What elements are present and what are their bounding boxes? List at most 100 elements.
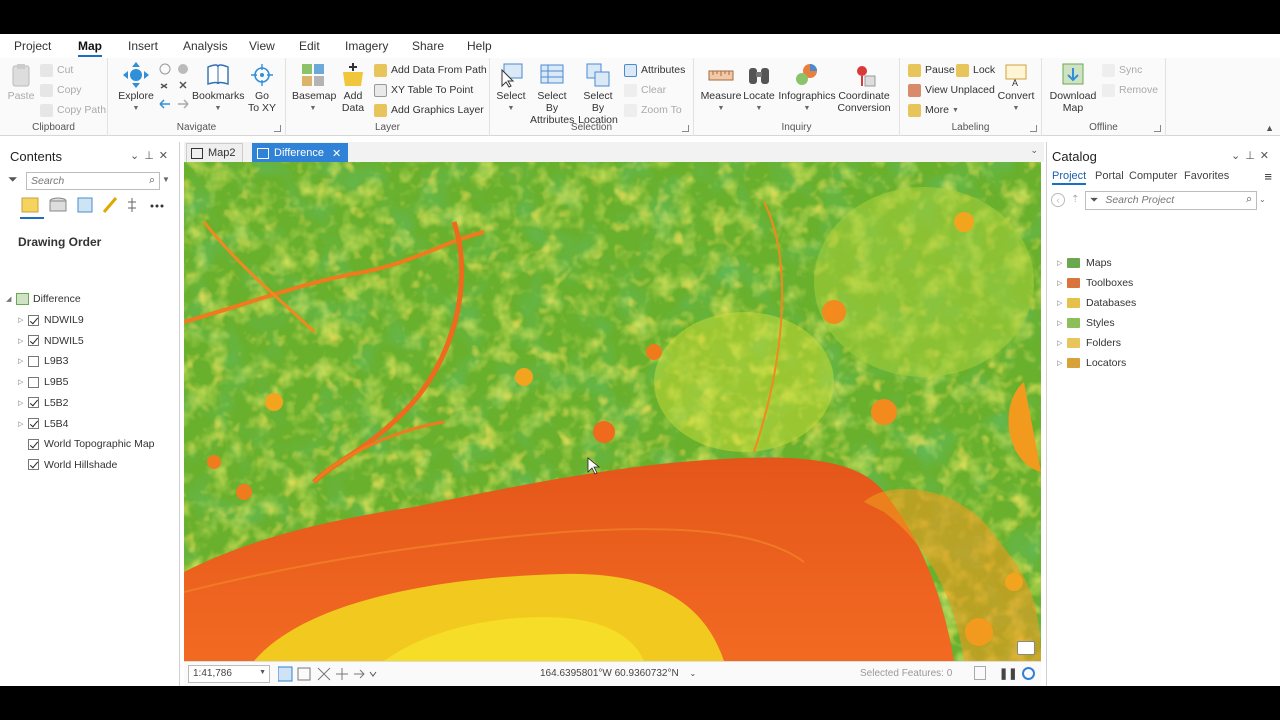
up-folder-icon[interactable]: ⇡ xyxy=(1071,194,1079,205)
go-to-xy-button[interactable]: Go To XY xyxy=(246,62,278,114)
chat-bubble-icon[interactable] xyxy=(1017,641,1035,655)
search-icon[interactable]: ⌕ xyxy=(149,174,155,187)
clear-selection-button[interactable]: Clear xyxy=(624,81,666,99)
paste-button[interactable]: Paste xyxy=(6,62,36,102)
layer-visibility-checkbox[interactable] xyxy=(28,314,39,326)
catalog-tab-project[interactable]: Project xyxy=(1052,170,1087,185)
select-button[interactable]: Select ▼ xyxy=(496,62,526,115)
chevron-down-icon[interactable]: ⌄ xyxy=(1030,145,1038,156)
layer-visibility-checkbox[interactable] xyxy=(28,418,39,429)
layer-item[interactable]: ▷ NDWIL9 xyxy=(18,311,84,329)
layer-item[interactable]: World Topographic Map xyxy=(18,435,155,453)
bookmarks-button[interactable]: Bookmarks ▼ xyxy=(192,62,245,115)
tab-imagery[interactable]: Imagery xyxy=(345,39,388,53)
close-icon[interactable]: ✕ xyxy=(1260,150,1274,162)
expand-triangle-icon[interactable]: ▷ xyxy=(18,399,28,407)
catalog-item[interactable]: ▷ Databases xyxy=(1057,294,1136,312)
layer-visibility-checkbox[interactable] xyxy=(28,438,39,450)
tab-insert[interactable]: Insert xyxy=(128,39,158,53)
attributes-button[interactable]: Attributes xyxy=(624,61,685,79)
catalog-item[interactable]: ▷ Folders xyxy=(1057,334,1121,352)
catalog-tab-favorites[interactable]: Favorites xyxy=(1184,170,1229,182)
pause-drawing-icon[interactable]: ❚❚ xyxy=(999,667,1017,680)
layer-visibility-checkbox[interactable] xyxy=(28,376,39,388)
layer-item[interactable]: ▷ L5B4 xyxy=(18,415,69,433)
filter-icon[interactable]: ⏷ xyxy=(1090,194,1098,206)
add-graphics-layer-button[interactable]: Add Graphics Layer xyxy=(374,101,484,119)
expand-triangle-icon[interactable]: ▷ xyxy=(1057,299,1067,307)
chevron-down-icon[interactable]: ⌄ xyxy=(1259,195,1266,204)
filter-icon[interactable]: ⏷ xyxy=(8,172,18,187)
map-view[interactable] xyxy=(184,162,1041,661)
expand-triangle-icon[interactable]: ▷ xyxy=(1057,319,1067,327)
download-map-button[interactable]: Download Map xyxy=(1048,62,1098,114)
layer-visibility-checkbox[interactable] xyxy=(28,397,39,409)
expand-triangle-icon[interactable]: ▷ xyxy=(18,316,28,324)
back-arrow-icon[interactable]: ‹ xyxy=(1051,193,1065,207)
layer-visibility-checkbox[interactable] xyxy=(28,459,39,471)
more-labeling-button[interactable]: More ▼ xyxy=(908,101,959,119)
tab-view[interactable]: View xyxy=(249,39,275,53)
coordinate-conversion-button[interactable]: Coordinate Conversion xyxy=(836,62,892,114)
chevron-down-icon[interactable]: ⌄ xyxy=(689,669,696,678)
difference-raster-map[interactable] xyxy=(184,162,1041,661)
copy-path-button[interactable]: Copy Path xyxy=(40,101,106,119)
expand-triangle-icon[interactable]: ▷ xyxy=(1057,259,1067,267)
pin-icon[interactable]: ⊥ xyxy=(1245,150,1260,162)
copy-button[interactable]: Copy xyxy=(40,81,82,99)
catalog-tab-computer[interactable]: Computer xyxy=(1129,170,1177,182)
catalog-tab-portal[interactable]: Portal xyxy=(1095,170,1124,182)
refresh-icon[interactable] xyxy=(974,666,986,680)
expand-triangle-icon[interactable]: ▷ xyxy=(1057,359,1067,367)
catalog-item[interactable]: ▷ Toolboxes xyxy=(1057,274,1133,292)
tab-analysis[interactable]: Analysis xyxy=(183,39,228,53)
catalog-item[interactable]: ▷ Maps xyxy=(1057,254,1112,272)
catalog-item[interactable]: ▷ Locators xyxy=(1057,354,1126,372)
select-by-location-button[interactable]: Select By Location xyxy=(576,62,620,126)
expand-triangle-icon[interactable]: ▷ xyxy=(18,357,28,365)
cut-button[interactable]: Cut xyxy=(40,61,73,79)
expand-triangle-icon[interactable]: ▷ xyxy=(1057,339,1067,347)
tab-edit[interactable]: Edit xyxy=(299,39,320,53)
catalog-item[interactable]: ▷ Styles xyxy=(1057,314,1115,332)
add-data-from-path-button[interactable]: Add Data From Path xyxy=(374,61,487,79)
xy-table-to-point-button[interactable]: XY Table To Point xyxy=(374,81,473,99)
tab-difference[interactable]: Difference ✕ xyxy=(252,143,349,162)
add-data-button[interactable]: Add Data xyxy=(338,62,368,114)
layer-item[interactable]: ▷ L9B5 xyxy=(18,373,69,391)
close-icon[interactable]: ✕ xyxy=(159,150,173,162)
layer-visibility-checkbox[interactable] xyxy=(28,355,39,367)
expand-triangle-icon[interactable]: ▷ xyxy=(18,337,28,345)
search-icon[interactable]: ⌕ xyxy=(1246,193,1252,206)
layer-item[interactable]: ▷ NDWIL5 xyxy=(18,332,84,350)
convert-button[interactable]: A Convert ▼ xyxy=(996,62,1036,115)
pause-labeling-button[interactable]: Pause xyxy=(908,61,955,79)
basemap-button[interactable]: Basemap ▼ xyxy=(292,62,336,115)
lock-labeling-button[interactable]: Lock xyxy=(956,61,995,79)
chevron-down-icon[interactable]: ▼ xyxy=(162,175,170,184)
infographics-button[interactable]: Infographics ▼ xyxy=(778,62,836,115)
dialog-launcher-icon[interactable] xyxy=(274,125,281,132)
view-unplaced-button[interactable]: View Unplaced xyxy=(908,81,995,99)
collapse-ribbon-icon[interactable]: ▲ xyxy=(1265,123,1274,133)
tab-map[interactable]: Map xyxy=(78,39,102,57)
layer-item[interactable]: ▷ L9B3 xyxy=(18,352,69,370)
map-node-difference[interactable]: ◢ Difference xyxy=(6,290,81,308)
explore-button[interactable]: Explore ▼ xyxy=(118,62,154,115)
remove-button[interactable]: Remove xyxy=(1102,81,1158,99)
expand-triangle-icon[interactable]: ▷ xyxy=(1057,279,1067,287)
scale-selector[interactable]: 1:41,786 ▼ xyxy=(188,665,270,683)
sync-button[interactable]: Sync xyxy=(1102,61,1142,79)
chevron-down-icon[interactable]: ⌄ xyxy=(1231,150,1245,162)
dialog-launcher-icon[interactable] xyxy=(1030,125,1037,132)
locate-button[interactable]: Locate ▼ xyxy=(742,62,776,115)
expand-triangle-icon[interactable]: ▷ xyxy=(18,378,28,386)
contents-search-input[interactable]: Search ⌕ xyxy=(26,172,160,190)
close-tab-icon[interactable]: ✕ xyxy=(332,147,341,160)
hamburger-menu-icon[interactable]: ≡ xyxy=(1264,169,1272,184)
dialog-launcher-icon[interactable] xyxy=(682,125,689,132)
catalog-search-input[interactable]: ⏷ Search Project ⌕ xyxy=(1085,191,1257,210)
measure-button[interactable]: Measure ▼ xyxy=(700,62,742,115)
tab-share[interactable]: Share xyxy=(412,39,444,53)
layer-item[interactable]: World Hillshade xyxy=(18,456,117,474)
